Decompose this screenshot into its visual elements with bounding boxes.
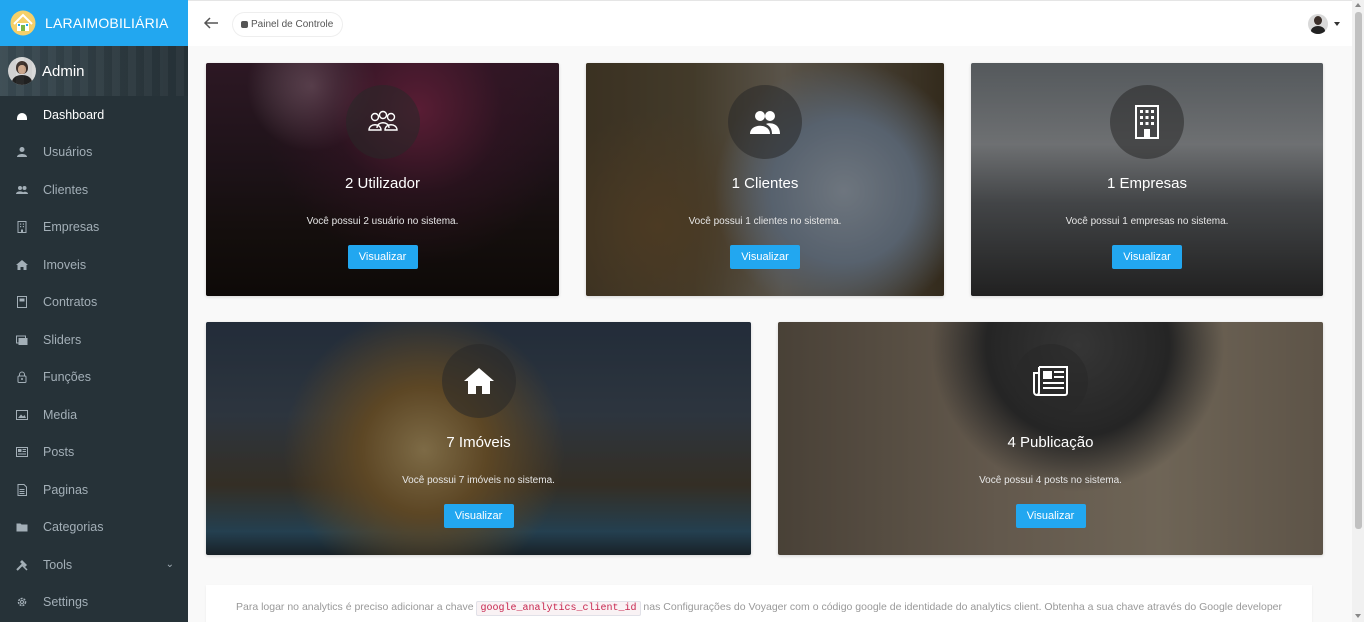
back-arrow-icon[interactable] [202,14,220,32]
images-icon [16,334,28,346]
analytics-key-code: google_analytics_client_id [476,601,641,616]
news-icon [16,446,28,458]
view-posts-button[interactable]: Visualizar [1015,504,1086,528]
card-clients: 1 Clientes Você possui 1 clientes no sis… [586,63,944,296]
gear-icon [16,596,28,608]
brand-title: LARAIMOBILIÁRIA [45,15,169,31]
card-description: Você possui 2 usuário no sistema. [306,216,459,227]
card-description: Você possui 1 empresas no sistema. [1065,216,1229,227]
sidebar-item-label: Tools [43,557,73,572]
sidebar-item-label: Contratos [43,295,98,310]
card-companies: 1 Empresas Você possui 1 empresas no sis… [971,63,1323,296]
analytics-text-prefix: Para logar no analytics é preciso adicio… [235,601,474,613]
file-icon [16,483,28,496]
view-users-button[interactable]: Visualizar [347,245,418,269]
sidebar-item-clientes[interactable]: Clientes [0,171,188,209]
scroll-thumb[interactable] [1355,12,1362,529]
sidebar-item-label: Usuários [43,145,93,160]
card-description: Você possui 4 posts no sistema. [979,475,1122,486]
people-icon [16,184,28,196]
book-icon [16,296,28,309]
sidebar-item-label: Dashboard [43,107,105,122]
sidebar-item-label: Funções [43,370,91,385]
chevron-down-icon: ⌄ [165,559,174,570]
view-companies-button[interactable]: Visualizar [1112,245,1182,269]
tools-icon [16,559,28,571]
sidebar-item-label: Imoveis [43,257,87,272]
card-title: 2 Utilizador [344,175,421,192]
sidebar-item-label: Posts [43,445,75,460]
analytics-notice: Para logar no analytics é preciso adicio… [206,585,1312,622]
scroll-up-icon[interactable] [1355,3,1361,7]
sidebar-item-imoveis[interactable]: Imoveis [0,246,188,284]
sidebar-item-label: Settings [43,595,89,610]
sidebar-nav: Dashboard Usuários Clientes Empresas Imo… [0,96,188,621]
dashboard-icon [241,21,248,28]
user-panel[interactable]: Admin [0,46,188,96]
brand-header[interactable]: LARAIMOBILIÁRIA [0,0,188,46]
sidebar-item-tools[interactable]: Tools ⌄ [0,546,188,584]
home-icon [441,344,516,418]
sidebar-item-contratos[interactable]: Contratos [0,284,188,322]
user-avatar[interactable] [1308,14,1328,34]
home-icon [16,259,28,271]
sidebar-item-posts[interactable]: Posts [0,434,188,472]
card-title: 1 Clientes [731,175,799,192]
sidebar-item-label: Categorias [43,520,104,535]
card-description: Você possui 1 clientes no sistema. [688,216,842,227]
view-clients-button[interactable]: Visualizar [730,245,800,269]
sidebar-item-media[interactable]: Media [0,396,188,434]
sidebar-item-label: Sliders [43,332,82,347]
avatar [8,57,36,85]
sidebar-item-label: Empresas [43,220,100,235]
person-icon [16,146,28,158]
user-name: Admin [42,62,85,80]
sidebar-item-categorias[interactable]: Categorias [0,509,188,547]
card-users: 2 Utilizador Você possui 2 usuário no si… [206,63,559,296]
top-navbar: Painel de Controle [188,0,1364,46]
dashboard-icon [16,109,28,121]
card-posts: 4 Publicação Você possui 4 posts no sist… [778,322,1323,555]
sidebar-item-paginas[interactable]: Paginas [0,471,188,509]
sidebar-item-label: Paginas [43,482,89,497]
folder-icon [16,521,28,533]
building-icon [16,221,28,234]
page-scrollbar[interactable] [1352,0,1364,622]
card-title: 4 Publicação [1007,434,1094,451]
people-icon [728,85,802,159]
news-icon [1013,344,1088,418]
sidebar-item-label: Clientes [43,182,89,197]
scroll-down-icon[interactable] [1355,614,1361,618]
sidebar-item-label: Media [43,407,78,422]
sidebar-item-settings[interactable]: Settings [0,584,188,622]
card-title: 7 Imóveis [446,434,511,451]
caret-down-icon[interactable] [1334,22,1340,26]
card-properties: 7 Imóveis Você possui 7 imóveis no siste… [206,322,751,555]
view-properties-button[interactable]: Visualizar [443,504,514,528]
house-logo-icon [10,10,36,36]
sidebar-item-funcoes[interactable]: Funções [0,359,188,397]
analytics-text-suffix: nas Configurações do Voyager com o códig… [643,601,1283,613]
image-icon [16,409,28,421]
lock-icon [16,371,28,384]
sidebar-item-empresas[interactable]: Empresas [0,209,188,247]
breadcrumb[interactable]: Painel de Controle [233,13,343,36]
breadcrumb-label: Painel de Controle [251,19,334,30]
sidebar-item-usuarios[interactable]: Usuários [0,134,188,172]
building-icon [1110,85,1184,159]
sidebar-item-dashboard[interactable]: Dashboard [0,96,188,134]
card-description: Você possui 7 imóveis no sistema. [402,475,555,486]
group-icon [345,85,420,159]
card-title: 1 Empresas [1106,175,1188,192]
sidebar-item-sliders[interactable]: Sliders [0,321,188,359]
sidebar: LARAIMOBILIÁRIA Admin Dashboard Usuários… [0,0,188,622]
